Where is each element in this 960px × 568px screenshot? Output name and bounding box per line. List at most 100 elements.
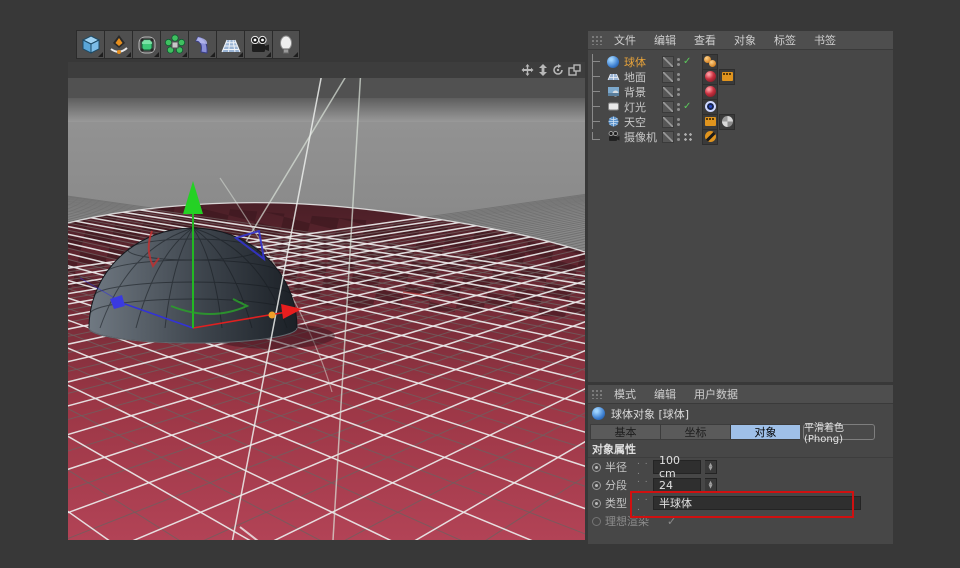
object-label[interactable]: 球体 [624,54,660,70]
menu-user-data[interactable]: 用户数据 [685,386,747,402]
light-button[interactable] [272,30,300,59]
pen-icon [108,34,130,56]
attribute-menubar: 模式 编辑 用户数据 [588,385,893,404]
visibility-dots[interactable] [677,73,680,81]
texture-tag-icon[interactable] [719,114,735,130]
object-label[interactable]: 灯光 [624,99,660,115]
phong-tag-icon[interactable] [702,54,718,70]
rotate-icon[interactable] [552,64,564,76]
floor-environment-button[interactable] [216,30,244,59]
menu-mode[interactable]: 模式 [605,386,645,402]
object-row-camera[interactable]: 摄像机 [588,129,893,144]
array-icon [164,34,186,56]
object-label[interactable]: 天空 [624,114,660,130]
visibility-dots[interactable] [677,58,680,66]
segments-label: 分段 [605,477,633,493]
segments-row: 分段 . . . 24 ▲▼ [588,476,893,494]
object-row-floor[interactable]: 地面 [588,69,893,84]
object-label[interactable]: 地面 [624,69,660,85]
render-perfect-label: 理想渲染 [605,513,657,529]
radius-input[interactable]: 100 cm [653,460,701,474]
keyframe-circle-icon[interactable] [592,499,601,508]
light-object-icon [606,100,620,114]
visibility-dots[interactable] [677,133,680,141]
type-label: 类型 [605,495,633,511]
bend-deformer-button[interactable] [188,30,216,59]
protection-tag-icon[interactable] [702,129,718,145]
object-row-sphere[interactable]: 球体 ✓ [588,54,893,69]
object-title: 球体对象 [球体] [611,406,689,422]
tab-basic[interactable]: 基本 [590,424,660,440]
sphere-object-icon [606,55,620,69]
object-row-background[interactable]: 背景 [588,84,893,99]
toggle-view-icon[interactable] [568,64,581,76]
compositing-tag-icon[interactable] [719,69,735,85]
radius-row: 半径 . . . 100 cm ▲▼ [588,458,893,476]
subdivision-surface-button[interactable] [132,30,160,59]
camera-button[interactable] [244,30,272,59]
visibility-dots[interactable] [677,88,680,96]
layer-toggle-icon[interactable] [662,86,674,98]
menu-bookmarks[interactable]: 书签 [805,32,845,48]
camera-object-icon [606,130,620,144]
type-dropdown[interactable]: 半球体 [653,496,861,510]
tree-branch [592,84,606,99]
tree-branch [592,114,606,129]
tab-object[interactable]: 对象 [730,424,800,440]
tree-branch [592,69,606,84]
3d-viewport[interactable] [68,62,585,540]
array-generator-button[interactable] [160,30,188,59]
material-tag-icon[interactable] [702,69,718,85]
visibility-dots[interactable] [677,103,680,111]
enable-check-icon[interactable]: ✓ [683,101,695,112]
menu-edit[interactable]: 编辑 [645,32,685,48]
layer-toggle-icon[interactable] [662,56,674,68]
segments-stepper[interactable]: ▲▼ [705,478,717,492]
layer-toggle-icon[interactable] [662,116,674,128]
object-label[interactable]: 背景 [624,84,660,100]
segments-input[interactable]: 24 [653,478,701,492]
dolly-zoom-icon[interactable] [538,64,548,76]
main-toolbar [76,30,300,60]
add-cube-button[interactable] [76,30,104,59]
keyframe-circle-icon[interactable] [592,481,601,490]
enable-check-icon[interactable]: ✓ [683,56,695,67]
render-perfect-row: 理想渲染 ✓ [588,512,893,530]
light-target-tag-icon[interactable] [702,99,718,115]
sphere-object-icon [592,407,605,420]
subdivision-cage-icon [136,34,158,56]
spline-pen-button[interactable] [104,30,132,59]
visibility-dots[interactable] [677,118,680,126]
keyframe-circle-icon[interactable] [592,463,601,472]
menu-edit[interactable]: 编辑 [645,386,685,402]
pan-icon[interactable] [521,64,534,76]
object-row-light[interactable]: 灯光 ✓ [588,99,893,114]
tab-coordinates[interactable]: 坐标 [660,424,730,440]
layer-toggle-icon[interactable] [662,131,674,143]
layer-toggle-icon[interactable] [662,71,674,83]
x-axis-point[interactable] [269,312,276,319]
panel-grip-icon[interactable] [591,35,603,45]
menu-file[interactable]: 文件 [605,32,645,48]
menu-view[interactable]: 查看 [685,32,725,48]
panel-grip-icon[interactable] [591,389,603,399]
object-label[interactable]: 摄像机 [624,129,660,145]
menu-tags[interactable]: 标签 [765,32,805,48]
object-manager-menubar: 文件 编辑 查看 对象 标签 书签 [588,31,893,50]
tab-phong[interactable]: 平滑着色(Phong) [803,424,875,440]
object-row-sky[interactable]: 天空 [588,114,893,129]
render-state-dots-icon[interactable] [683,132,693,142]
menu-objects[interactable]: 对象 [725,32,765,48]
tree-branch [592,54,606,69]
viewport-canvas[interactable] [68,78,585,540]
lightbulb-icon [275,34,297,56]
compositing-tag-icon[interactable] [702,114,718,130]
layer-toggle-icon[interactable] [662,101,674,113]
viewport-sky [68,78,585,98]
render-perfect-checkbox[interactable]: ✓ [667,515,676,528]
material-tag-icon[interactable] [702,84,718,100]
keyframe-circle-icon[interactable] [592,517,601,526]
radius-stepper[interactable]: ▲▼ [705,460,717,474]
sky-object-icon [606,115,620,129]
object-manager: 文件 编辑 查看 对象 标签 书签 球体 ✓ [588,31,893,382]
